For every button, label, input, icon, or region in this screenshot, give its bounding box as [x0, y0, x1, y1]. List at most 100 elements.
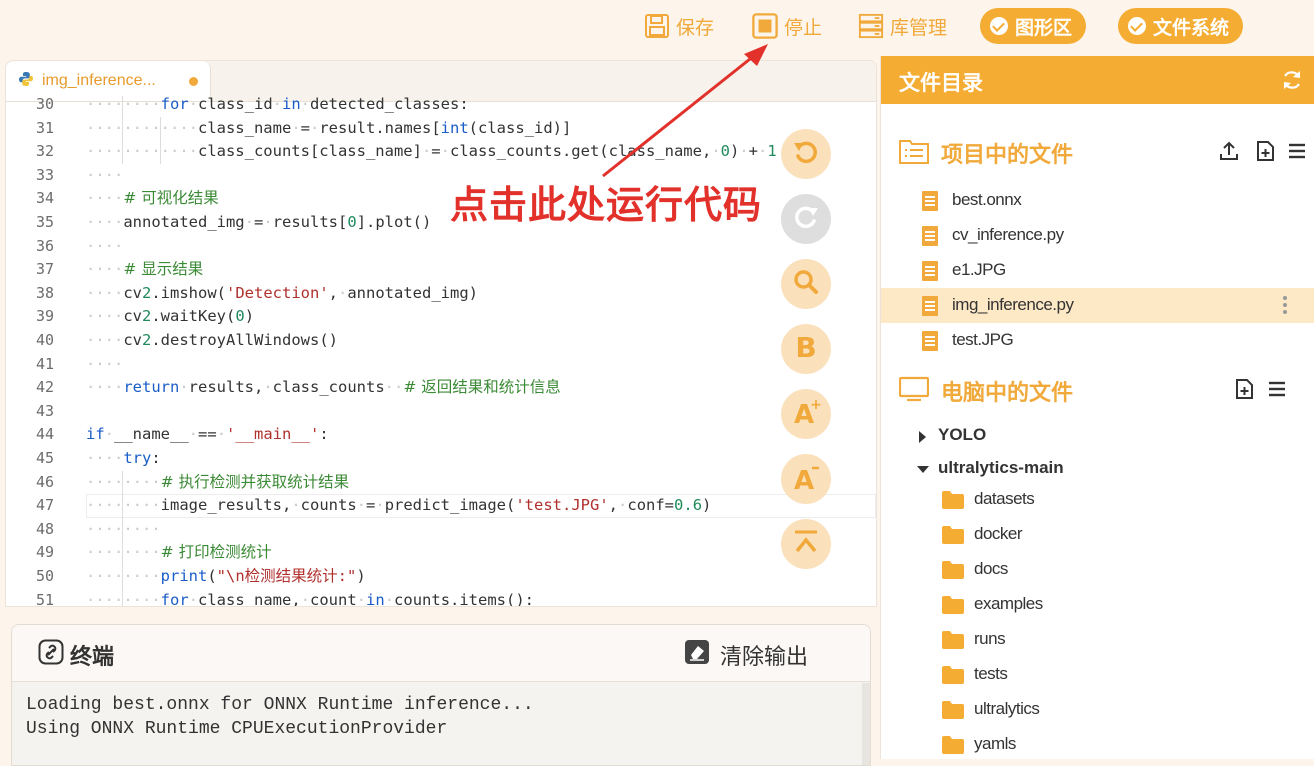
- code-line[interactable]: 46 ········# 执行检测并获取统计结果: [6, 471, 876, 495]
- refresh-icon[interactable]: [1281, 69, 1303, 91]
- check-icon: [1128, 17, 1146, 35]
- project-files-title: 项目中的文件: [941, 143, 1074, 168]
- code-line[interactable]: 30 ········for·class_id·in·detected_class…: [6, 96, 876, 117]
- line-number: 51: [35, 590, 54, 606]
- code-line[interactable]: 36 ····: [6, 235, 876, 259]
- terminal-output[interactable]: Loading best.onnx for ONNX Runtime infer…: [12, 682, 870, 765]
- code-text: ············class_name·=·result.names[in…: [86, 118, 572, 137]
- folder-icon: [942, 736, 964, 758]
- indent-guide: [122, 541, 124, 565]
- new-file-icon[interactable]: [1254, 140, 1276, 162]
- line-number: 45: [35, 449, 54, 467]
- line-number: 31: [35, 118, 54, 137]
- undo-button[interactable]: [781, 129, 831, 179]
- code-line[interactable]: 45 ····try:: [6, 447, 876, 471]
- code-line[interactable]: 48 ········: [6, 518, 876, 542]
- more-options-icon[interactable]: [1283, 296, 1287, 317]
- code-area[interactable]: 30 ········for·class_id·in·detected_class…: [6, 96, 876, 606]
- tree-node[interactable]: ultralytics-main: [881, 454, 1314, 486]
- library-manager-button[interactable]: 库管理: [858, 8, 947, 44]
- indent-guide: [122, 116, 124, 141]
- folder-item[interactable]: tests: [881, 658, 1314, 693]
- server-icon: [858, 13, 884, 39]
- code-line[interactable]: 32 ············class_counts[class_name]·=…: [6, 140, 876, 164]
- folder-icon: [942, 491, 964, 513]
- document-icon: [921, 330, 939, 356]
- upload-icon[interactable]: [1218, 140, 1240, 162]
- svg-text:A: A: [794, 466, 814, 492]
- decrease-font-button[interactable]: A: [781, 454, 831, 504]
- filesystem-toggle[interactable]: 文件系统: [1118, 8, 1244, 44]
- code-line[interactable]: 31 ············class_name·=·result.names[…: [6, 117, 876, 141]
- search-button[interactable]: [781, 259, 831, 309]
- clear-output-button[interactable]: 清除输出: [684, 639, 808, 671]
- code-text: ········# 打印检测统计: [86, 543, 272, 562]
- stop-label: 停止: [784, 16, 823, 39]
- file-directory-panel: 文件目录 项目中的文件 best.onnx cv_inference.py e1.J…: [880, 56, 1314, 759]
- redo-button[interactable]: [781, 194, 831, 244]
- new-file-icon[interactable]: [1233, 378, 1255, 400]
- project-file-item[interactable]: cv_inference.py: [881, 218, 1314, 253]
- code-line[interactable]: 40 ····cv2.destroyAllWindows(): [6, 329, 876, 353]
- line-number: 38: [35, 283, 54, 302]
- code-line[interactable]: 41 ····: [6, 353, 876, 377]
- code-line[interactable]: 37 ····# 显示结果: [6, 258, 876, 282]
- code-line[interactable]: 47 ········image_results,·counts·=·predic…: [6, 494, 876, 518]
- stop-icon: [752, 13, 778, 39]
- save-label: 保存: [676, 16, 715, 39]
- folder-item[interactable]: yamls: [881, 728, 1314, 763]
- code-text: ········for·class_id·in·detected_classes…: [86, 96, 469, 113]
- project-file-item[interactable]: best.onnx: [881, 183, 1314, 218]
- stop-button[interactable]: 停止: [752, 8, 822, 44]
- terminal-line: Using ONNX Runtime CPUExecutionProvider: [26, 719, 448, 739]
- menu-icon[interactable]: [1287, 140, 1309, 162]
- code-line[interactable]: 51 ········for·class_name,·count·in·count…: [6, 589, 876, 606]
- check-icon: [990, 17, 1008, 35]
- folder-icon: [942, 596, 964, 618]
- scroll-top-button[interactable]: [781, 519, 831, 569]
- project-file-item[interactable]: e1.JPG: [881, 253, 1314, 288]
- terminal-scrollbar[interactable]: [862, 683, 870, 765]
- code-line[interactable]: 44 if·__name__·==·'__main__':: [6, 423, 876, 447]
- bold-button[interactable]: B: [781, 324, 831, 374]
- terminal-line: Loading best.onnx for ONNX Runtime infer…: [26, 695, 534, 715]
- indent-guide: [122, 588, 124, 606]
- folder-item[interactable]: examples: [881, 588, 1314, 623]
- project-files-section: 项目中的文件: [881, 132, 1314, 172]
- code-text: ········# 执行检测并获取统计结果: [86, 472, 350, 491]
- tree-node[interactable]: YOLO: [881, 421, 1314, 453]
- python-icon: [18, 71, 34, 91]
- computer-files-section: 电脑中的文件: [881, 370, 1314, 410]
- code-line[interactable]: 50 ········print("\n检测结果统计:"): [6, 565, 876, 589]
- line-number: 35: [35, 213, 54, 231]
- code-line[interactable]: 49 ········# 打印检测统计: [6, 541, 876, 565]
- folder-item[interactable]: docker: [881, 518, 1314, 553]
- file-name: img_inference.py: [952, 295, 1074, 314]
- folder-item[interactable]: datasets: [881, 483, 1314, 518]
- code-line[interactable]: 39 ····cv2.waitKey(0): [6, 305, 876, 329]
- line-number: 30: [35, 96, 54, 113]
- project-file-item[interactable]: img_inference.py: [881, 288, 1314, 323]
- project-file-item[interactable]: test.JPG: [881, 323, 1314, 358]
- tab-img-inference[interactable]: img_inference...: [6, 61, 211, 101]
- code-editor[interactable]: img_inference... 30 ········for·class_id·…: [5, 60, 877, 607]
- list-folder-icon: [899, 138, 929, 168]
- line-number: 40: [35, 331, 54, 349]
- increase-font-button[interactable]: A +: [781, 389, 831, 439]
- folder-item[interactable]: runs: [881, 623, 1314, 658]
- graphics-area-toggle[interactable]: 图形区: [980, 8, 1087, 44]
- code-text: ····cv2.destroyAllWindows(): [86, 331, 338, 349]
- folder-item[interactable]: docs: [881, 553, 1314, 588]
- save-button[interactable]: 保存: [644, 8, 714, 44]
- folder-name: runs: [974, 629, 1006, 648]
- menu-icon[interactable]: [1267, 378, 1289, 400]
- code-line[interactable]: 42 ····return·results,·class_counts··# 返回…: [6, 376, 876, 400]
- folder-item[interactable]: ultralytics: [881, 693, 1314, 728]
- folder-name: docker: [974, 524, 1023, 543]
- document-icon: [921, 190, 939, 216]
- code-line[interactable]: 38 ····cv2.imshow('Detection',·annotated_…: [6, 282, 876, 306]
- line-number: 36: [35, 236, 54, 255]
- code-text: ····# 可视化结果: [86, 189, 219, 208]
- code-line[interactable]: 43: [6, 400, 876, 424]
- line-number: 32: [35, 142, 54, 161]
